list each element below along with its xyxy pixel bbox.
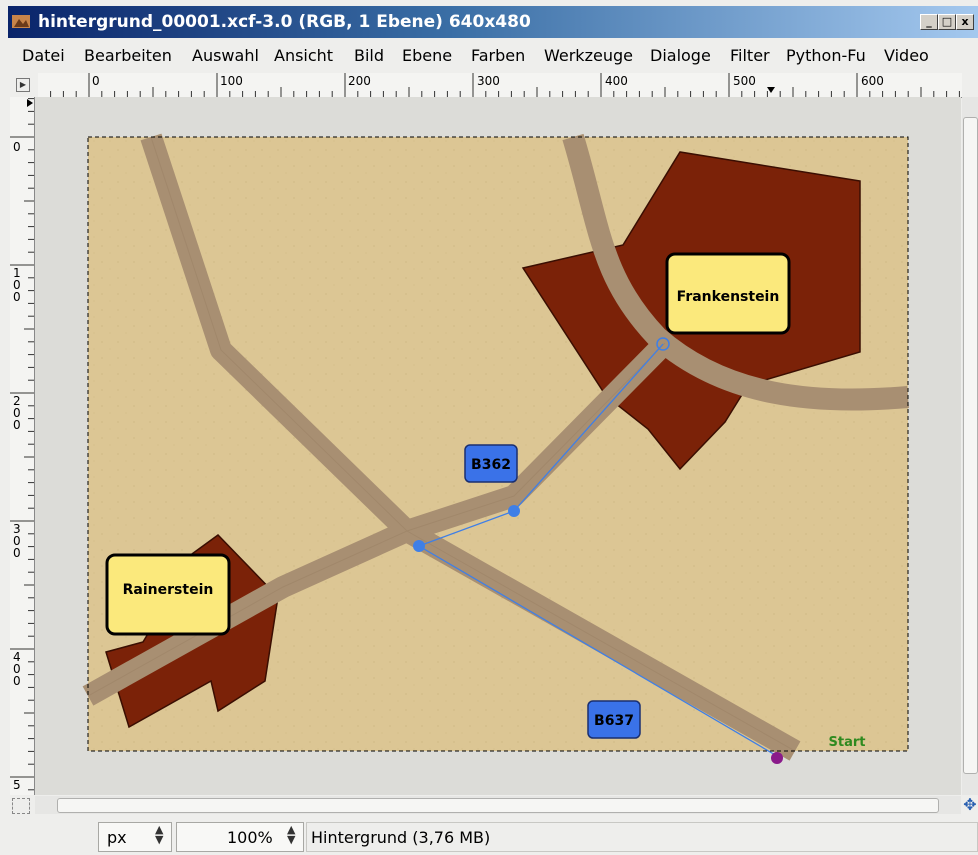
horizontal-ruler-ticks <box>50 73 960 97</box>
gimp-app-icon <box>12 15 30 28</box>
menubar: Datei Bearbeiten Auswahl Ansicht Bild Eb… <box>8 40 978 70</box>
title-bar[interactable]: hintergrund_00001.xcf-3.0 (RGB, 1 Ebene)… <box>8 6 978 38</box>
horizontal-scrollbar[interactable] <box>35 796 961 814</box>
hruler-label-400: 400 <box>605 74 628 88</box>
pointer-position-marker-v <box>27 99 33 107</box>
vertical-ruler[interactable]: 0 100 200 300 400 5 <box>10 97 35 795</box>
unit-spin-icon: ▲ ▼ <box>155 823 164 846</box>
layer-info: Hintergrund (3,76 MB) <box>311 828 491 847</box>
hruler-label-200: 200 <box>348 74 371 88</box>
vertical-ruler-ticks <box>10 98 34 791</box>
quick-mask-toggle-icon[interactable] <box>12 798 30 814</box>
vruler-label-500: 5 <box>13 778 21 792</box>
sign-b637: B637 <box>594 713 634 729</box>
hruler-label-300: 300 <box>477 74 500 88</box>
hruler-label-100: 100 <box>220 74 243 88</box>
path-anchor-2[interactable] <box>508 505 520 517</box>
vruler-label-200: 200 <box>13 394 21 432</box>
hruler-label-600: 600 <box>861 74 884 88</box>
navigate-icon[interactable]: ✥ <box>962 796 978 814</box>
unit-selector[interactable]: px ▲ ▼ <box>98 822 172 852</box>
vruler-label-100: 100 <box>13 266 21 304</box>
window-title: hintergrund_00001.xcf-3.0 (RGB, 1 Ebene)… <box>38 12 531 32</box>
menu-ansicht[interactable]: Ansicht <box>274 46 333 65</box>
zoom-value: 100% <box>227 828 273 847</box>
path-anchor-start[interactable] <box>771 752 783 764</box>
horizontal-ruler[interactable]: 0 100 200 300 400 500 600 <box>38 73 962 98</box>
hruler-label-0: 0 <box>92 74 100 88</box>
zoom-selector[interactable]: 100% ▲ ▼ <box>176 822 304 852</box>
unit-value: px <box>107 828 127 847</box>
horizontal-scroll-thumb[interactable] <box>57 798 939 813</box>
close-button[interactable]: x <box>956 14 974 30</box>
ruler-corner: ▶ <box>10 73 37 97</box>
menu-auswahl[interactable]: Auswahl <box>192 46 259 65</box>
menu-farben[interactable]: Farben <box>471 46 525 65</box>
menu-datei[interactable]: Datei <box>22 46 65 65</box>
path-anchor-3[interactable] <box>413 540 425 552</box>
hruler-label-500: 500 <box>733 74 756 88</box>
sign-b362: B362 <box>471 457 511 473</box>
vruler-label-300: 300 <box>13 522 21 560</box>
menu-python-fu[interactable]: Python-Fu <box>786 46 866 65</box>
vertical-scroll-thumb[interactable] <box>963 117 978 774</box>
quick-mask-menu-icon[interactable]: ▶ <box>16 78 30 92</box>
vertical-scrollbar[interactable] <box>962 97 978 795</box>
minimize-button[interactable]: _ <box>920 14 938 30</box>
maximize-button[interactable]: □ <box>938 14 956 30</box>
menu-werkzeuge[interactable]: Werkzeuge <box>544 46 633 65</box>
start-label: Start <box>829 735 866 750</box>
menu-filter[interactable]: Filter <box>730 46 770 65</box>
menu-dialoge[interactable]: Dialoge <box>650 46 711 65</box>
status-bar: px ▲ ▼ 100% ▲ ▼ Hintergrund (3,76 MB) <box>0 816 978 855</box>
menu-bearbeiten[interactable]: Bearbeiten <box>84 46 172 65</box>
rainerstein-label: Rainerstein <box>123 582 214 598</box>
zoom-spin-icon: ▲ ▼ <box>287 823 296 846</box>
image-canvas[interactable]: Frankenstein Rainerstein B362 B637 Start <box>35 97 961 795</box>
layer-info-area: Hintergrund (3,76 MB) <box>306 822 978 852</box>
menu-bild[interactable]: Bild <box>354 46 384 65</box>
menu-video[interactable]: Video <box>884 46 929 65</box>
frankenstein-label: Frankenstein <box>677 289 780 305</box>
gimp-image-window: hintergrund_00001.xcf-3.0 (RGB, 1 Ebene)… <box>0 0 978 855</box>
vruler-label-400: 400 <box>13 650 21 688</box>
pointer-position-marker <box>767 87 775 93</box>
menu-ebene[interactable]: Ebene <box>402 46 452 65</box>
vruler-label-0: 0 <box>13 140 21 154</box>
map-image[interactable]: Frankenstein Rainerstein B362 B637 Start <box>35 97 961 795</box>
